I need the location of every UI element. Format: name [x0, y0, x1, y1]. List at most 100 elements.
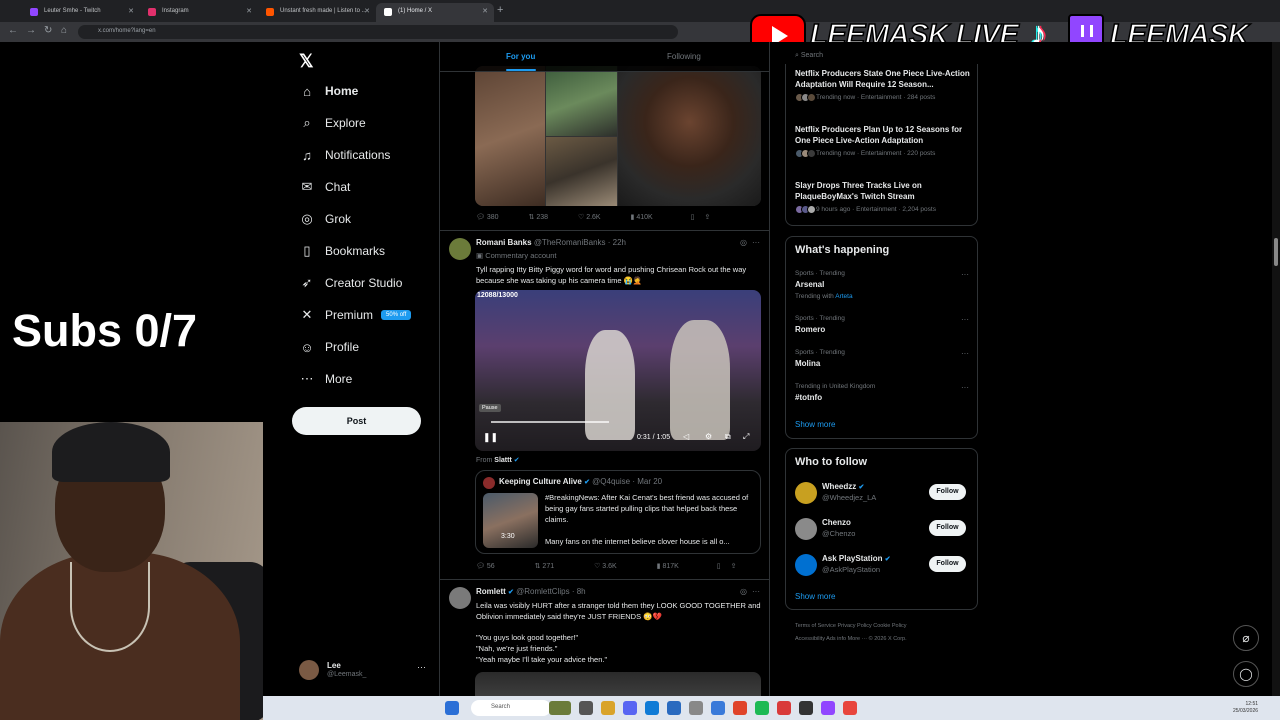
fullscreen-icon[interactable]: ⤢ [743, 432, 749, 442]
grok-icon[interactable]: ◎ [740, 587, 747, 596]
avatar[interactable] [795, 482, 817, 504]
trend-topic[interactable]: Molina [795, 359, 820, 368]
chrome-icon[interactable] [843, 701, 857, 715]
trend-extra-link[interactable]: Arteta [835, 293, 852, 300]
media-photo[interactable] [546, 137, 617, 206]
follow-button[interactable]: Follow [929, 484, 966, 500]
close-tab-icon[interactable]: ✕ [364, 7, 370, 15]
edge-icon[interactable] [645, 701, 659, 715]
news-title[interactable]: Netflix Producers State One Piece Live-A… [795, 68, 975, 90]
views-icon[interactable]: ▮ [631, 214, 635, 221]
post-media-grid[interactable] [475, 66, 761, 206]
quote-tweet[interactable]: Keeping Culture Alive ✔ @Q4quise · Mar 2… [475, 470, 761, 554]
like-icon[interactable]: ♡ [578, 214, 584, 221]
page-scrollbar[interactable] [1272, 42, 1280, 696]
video-progress-bar[interactable] [491, 421, 609, 423]
trend-topic[interactable]: Romero [795, 325, 825, 334]
views-icon[interactable]: ▮ [657, 563, 661, 570]
nav-creator-studio[interactable]: ➶ Creator Studio [299, 272, 403, 294]
settings-icon[interactable]: ⚙ [705, 432, 712, 441]
nav-bookmarks[interactable]: ▯ Bookmarks [299, 240, 385, 262]
grok-fab-icon[interactable]: ⌀ [1233, 625, 1259, 651]
close-tab-icon[interactable]: ✕ [482, 7, 488, 15]
trend-more-icon[interactable]: ··· [961, 349, 969, 358]
follow-button[interactable]: Follow [929, 520, 966, 536]
news-title[interactable]: Slayr Drops Three Tracks Live on PlaqueB… [795, 180, 975, 202]
store-icon[interactable] [667, 701, 681, 715]
explorer-icon[interactable] [601, 701, 615, 715]
home-browser-icon[interactable]: ⌂ [61, 25, 67, 36]
messages-fab-icon[interactable]: ◯ [1233, 661, 1259, 687]
follow-button[interactable]: Follow [929, 556, 966, 572]
like-icon[interactable]: ♡ [594, 563, 600, 570]
trend-more-icon[interactable]: ··· [961, 383, 969, 392]
nav-grok[interactable]: ◎ Grok [299, 208, 351, 230]
back-icon[interactable]: ← [8, 25, 18, 36]
pip-icon[interactable]: ⧉ [725, 432, 731, 442]
video-player[interactable]: 12088/13000 Pause ❚❚ 0:31 / 1:05 ◁ ⚙ ⧉ ⤢ [475, 290, 761, 451]
system-clock[interactable]: 12:51 25/03/2026 [1233, 701, 1258, 715]
author-name[interactable]: Romlett ✔ @RomlettClips · 8h [476, 587, 586, 596]
media-photo[interactable] [618, 66, 761, 206]
nav-premium[interactable]: ✕ Premium 50% off [299, 304, 412, 326]
nav-home[interactable]: ⌂ Home [299, 80, 358, 102]
reload-icon[interactable]: ↻ [44, 25, 52, 36]
news-title[interactable]: Netflix Producers Plan Up to 12 Seasons … [795, 124, 975, 146]
address-bar[interactable]: x.com/home?lang=en [78, 25, 678, 39]
repost-icon[interactable]: ⇅ [535, 563, 541, 570]
start-icon[interactable] [445, 701, 459, 715]
reply-icon[interactable]: 💬︎ [476, 563, 485, 570]
post-more-icon[interactable]: ··· [752, 238, 760, 247]
avatar[interactable] [795, 518, 817, 540]
post-more-icon[interactable]: ··· [752, 587, 760, 596]
app-icon[interactable] [777, 701, 791, 715]
grok-icon[interactable]: ◎ [740, 238, 747, 247]
tab-following[interactable]: Following [667, 52, 701, 61]
repost-icon[interactable]: ⇅ [528, 214, 534, 221]
spotify-icon[interactable] [755, 701, 769, 715]
volume-icon[interactable]: ◁ [683, 432, 689, 441]
footer-links[interactable]: Terms of Service Privacy Policy Cookie P… [795, 623, 907, 629]
trend-topic[interactable]: Arsenal [795, 280, 824, 289]
nav-more[interactable]: ⋯ More [299, 368, 353, 390]
footer-links[interactable]: Accessibility Ads info More ··· © 2026 X… [795, 636, 907, 642]
taskview-icon[interactable] [579, 701, 593, 715]
settings-icon[interactable] [689, 701, 703, 715]
media-photo[interactable] [546, 66, 617, 136]
tab-for-you[interactable]: For you [506, 52, 535, 61]
show-more-link[interactable]: Show more [795, 592, 835, 601]
author-name[interactable]: Romani Banks @TheRomaniBanks · 22h [476, 238, 626, 247]
from-author[interactable]: Slattt [494, 457, 512, 464]
follow-name[interactable]: Ask PlayStation ✔ [822, 554, 891, 563]
account-more-icon[interactable]: ··· [417, 662, 426, 672]
forward-icon[interactable]: → [26, 25, 36, 36]
follow-name[interactable]: Chenzo [822, 518, 851, 527]
media-photo[interactable] [475, 66, 545, 206]
discord-icon[interactable] [623, 701, 637, 715]
avatar[interactable] [795, 554, 817, 576]
follow-name[interactable]: Wheedzz ✔ [822, 482, 864, 491]
share-icon[interactable]: ⇪ [731, 563, 737, 570]
bookmark-icon[interactable]: ▯ [691, 214, 695, 221]
brave-icon[interactable] [733, 701, 747, 715]
scrollbar-thumb[interactable] [1274, 238, 1278, 266]
post-media[interactable] [475, 672, 761, 696]
taskbar-search[interactable]: Search [471, 700, 551, 716]
show-more-link[interactable]: Show more [795, 420, 835, 429]
nav-profile[interactable]: ☺ Profile [299, 336, 359, 358]
browser-tab-soundcloud[interactable]: Unstant fresh made | Listen to ... ✕ [258, 3, 376, 22]
avatar[interactable] [449, 238, 471, 260]
widget-icon[interactable] [549, 701, 571, 715]
pause-icon[interactable]: ❚❚ [483, 432, 498, 443]
nav-explore[interactable]: ⌕ Explore [299, 112, 365, 134]
trend-more-icon[interactable]: ··· [961, 270, 969, 279]
share-icon[interactable]: ⇪ [704, 214, 710, 221]
avatar[interactable] [449, 587, 471, 609]
twitch-taskbar-icon[interactable] [821, 701, 835, 715]
trend-topic[interactable]: #totnfo [795, 393, 822, 402]
app-icon[interactable] [711, 701, 725, 715]
close-tab-icon[interactable]: ✕ [246, 7, 252, 15]
nav-notifications[interactable]: ♫ Notifications [299, 144, 390, 166]
new-tab-button[interactable]: + [497, 4, 503, 16]
bookmark-icon[interactable]: ▯ [717, 563, 721, 570]
